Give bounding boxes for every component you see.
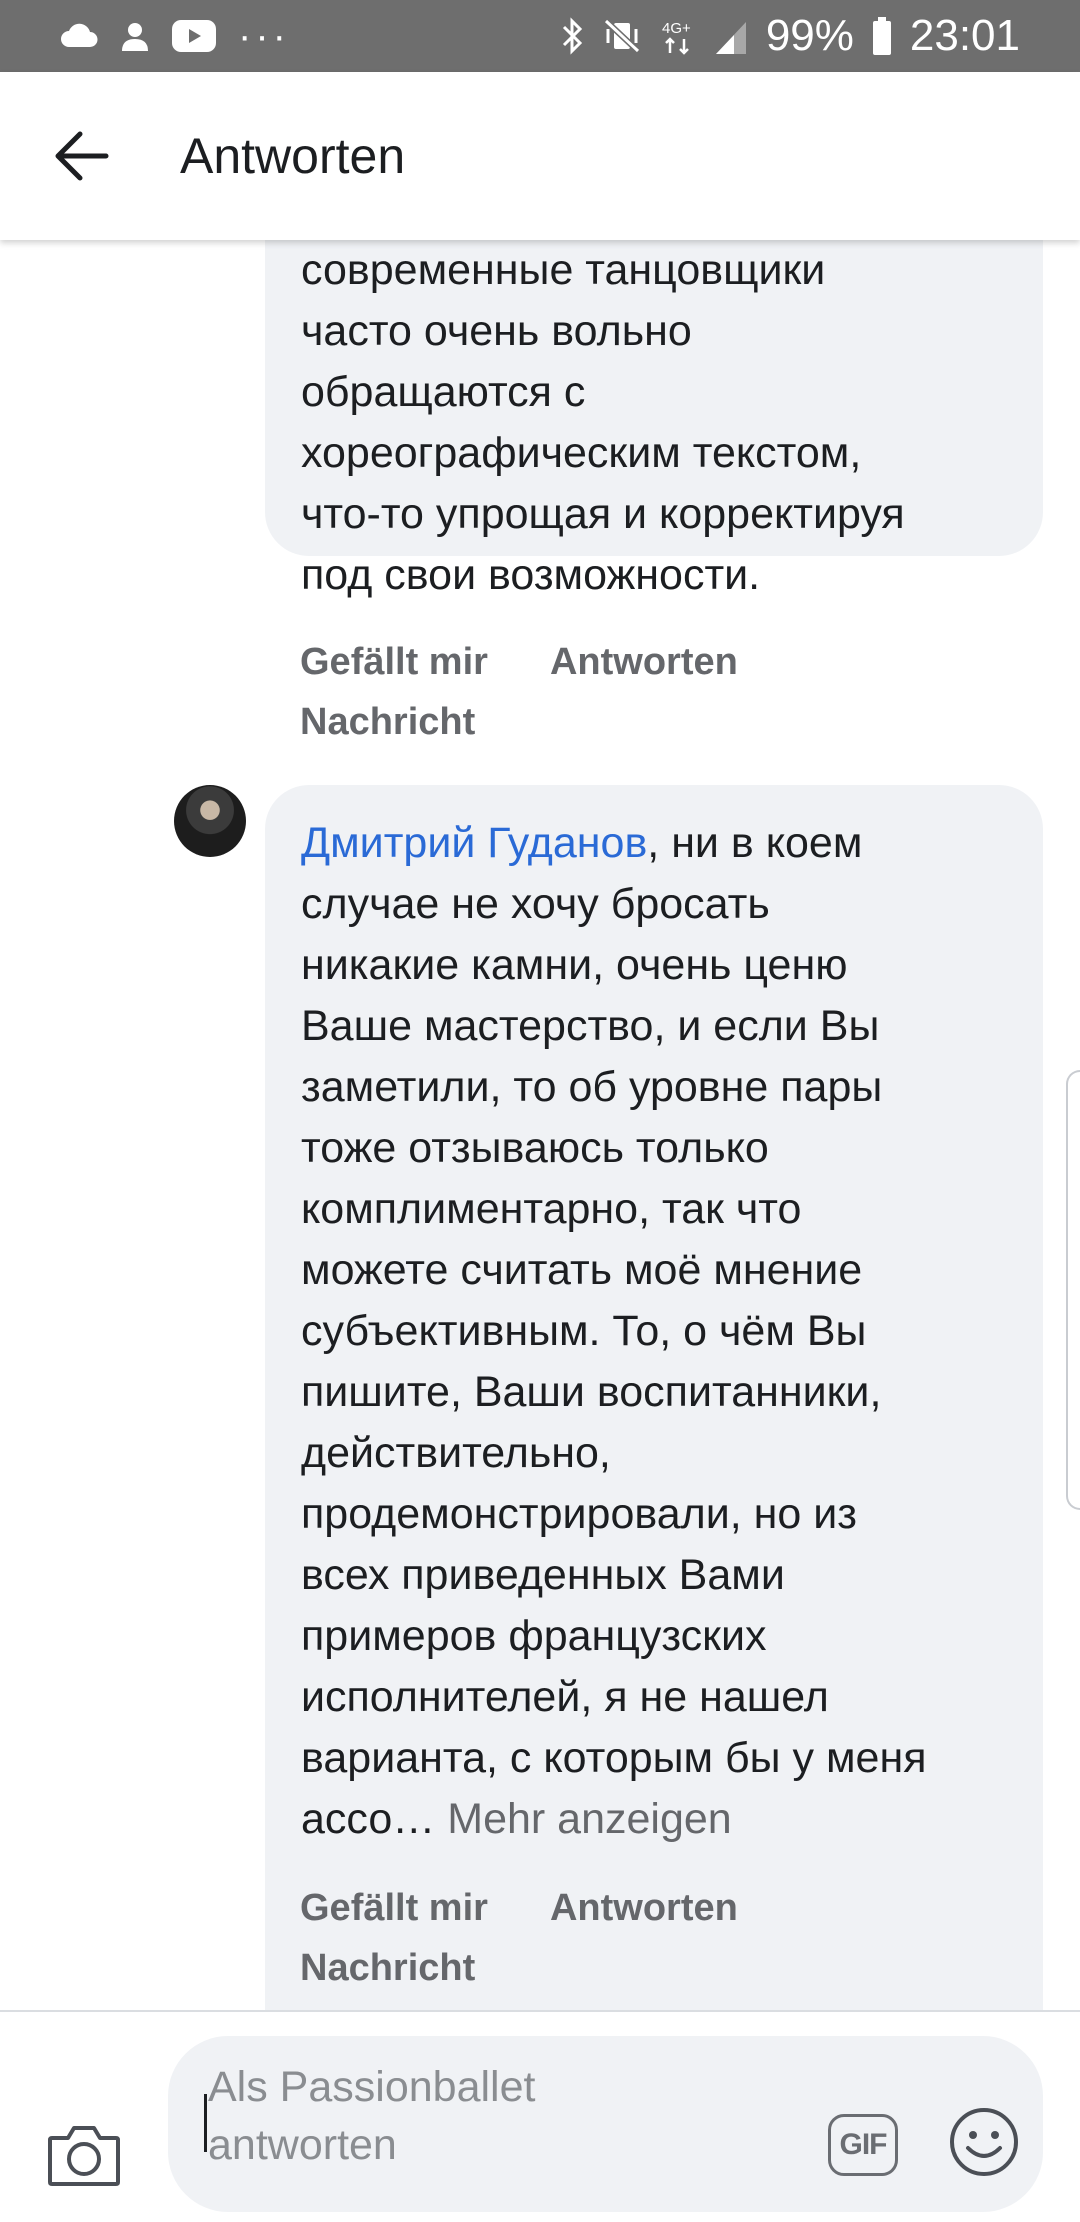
comment-text-line: можете считать моё мнение <box>301 1246 863 1294</box>
comment-text-line: что-то упрощая и корректируя <box>301 490 905 538</box>
back-button[interactable] <box>50 126 118 186</box>
comment-text-line: ассо… Mehr anzeigen <box>301 1789 1007 1850</box>
comment-text-line: продемонстрировали, но из <box>301 1490 857 1538</box>
comment-text-line: часто очень вольно <box>301 307 692 355</box>
network-label: 4G+ <box>662 20 691 37</box>
comment-text-line: субъективным. То, о чём Вы <box>301 1307 867 1355</box>
comment-text-line: Дмитрий Гуданов, ни в коем <box>301 813 1007 874</box>
vibrate-off-icon <box>602 17 642 55</box>
comment-text-line: обращаются с <box>301 368 586 416</box>
comment-text-line: никакие камни, очень ценю <box>301 941 848 989</box>
comment-text-line: Ваше мастерство, и если Вы <box>301 1002 880 1050</box>
reply-button[interactable]: Antworten <box>550 1878 738 1938</box>
comment-text-line: всех приведенных Вами <box>301 1551 785 1599</box>
network-4g-icon: 4G+ <box>660 17 696 55</box>
camera-icon <box>48 2126 120 2186</box>
comment-bubble: современные танцовщики часто очень вольн… <box>265 240 1043 599</box>
comment-text-line: исполнителей, я не нашел <box>301 1673 829 1721</box>
like-button[interactable]: Gefällt mir <box>300 1878 488 1938</box>
battery-icon <box>872 17 892 55</box>
scroll-handle[interactable] <box>1066 1070 1080 1510</box>
comment-text-line: примеров французских <box>301 1612 767 1660</box>
comment-actions: Gefällt mir Antworten Nachricht <box>300 1878 738 1998</box>
cloud-icon <box>60 23 98 49</box>
comment-text-line: пишите, Ваши воспитанники, <box>301 1368 882 1416</box>
bluetooth-icon <box>562 17 584 55</box>
app-header: Antworten <box>0 72 1080 240</box>
reply-button[interactable]: Antworten <box>550 632 738 692</box>
arrow-left-icon <box>55 131 109 181</box>
placeholder-line: Als Passionballet <box>208 2063 536 2111</box>
page-title: Antworten <box>180 128 406 184</box>
comment-bubble: Дмитрий Гуданов, ни в коем случае не хоч… <box>265 785 1043 2010</box>
reply-composer: Als Passionballet antworten GIF <box>0 2010 1080 2222</box>
overflow-indicator: ··· <box>238 13 290 58</box>
comment-text-line: под свои возможности. <box>301 551 761 599</box>
comment-text-line: действительно, <box>301 1429 611 1477</box>
comment-text-line: заметили, то об уровне пары <box>301 1063 883 1111</box>
comment-text-line: современные танцовщики <box>301 246 826 294</box>
comment-text-line: хореографическим текстом, <box>301 429 862 477</box>
comment-text-line: тоже отзываюсь только <box>301 1124 769 1172</box>
reply-input[interactable]: Als Passionballet antworten GIF <box>168 2036 1043 2212</box>
comment-text: , ни в коем <box>647 819 863 867</box>
comment-text-line: комплиментарно, так что <box>301 1185 802 1233</box>
mention-link[interactable]: Дмитрий Гуданов <box>301 819 647 867</box>
avatar[interactable] <box>174 785 246 857</box>
reply-placeholder: Als Passionballet antworten <box>208 2058 768 2174</box>
message-button[interactable]: Nachricht <box>300 692 475 752</box>
comment-text: ассо… <box>301 1795 436 1843</box>
gif-button[interactable]: GIF <box>828 2114 898 2176</box>
placeholder-line: antworten <box>208 2121 397 2169</box>
comment-text-line: случае не хочу бросать <box>301 880 770 928</box>
camera-button[interactable] <box>46 2122 122 2188</box>
youtube-icon <box>172 20 216 52</box>
signal-icon <box>714 18 748 54</box>
emoji-button[interactable] <box>948 2106 1020 2178</box>
smiley-icon <box>950 2108 1018 2176</box>
message-button[interactable]: Nachricht <box>300 1938 475 1998</box>
like-button[interactable]: Gefällt mir <box>300 632 488 692</box>
comment-actions: Gefällt mir Antworten Nachricht <box>300 632 738 752</box>
clock: 23:01 <box>909 11 1020 60</box>
text-cursor <box>204 2094 207 2152</box>
status-bar: ··· 4G+ 99% 23:01 <box>0 0 1080 72</box>
comment-text-line: варианта, с которым бы у меня <box>301 1734 927 1782</box>
battery-percent: 99% <box>765 11 854 60</box>
see-more-link[interactable]: Mehr anzeigen <box>435 1795 731 1843</box>
person-icon <box>120 21 150 51</box>
comment-thread: современные танцовщики часто очень вольн… <box>0 240 1080 2010</box>
